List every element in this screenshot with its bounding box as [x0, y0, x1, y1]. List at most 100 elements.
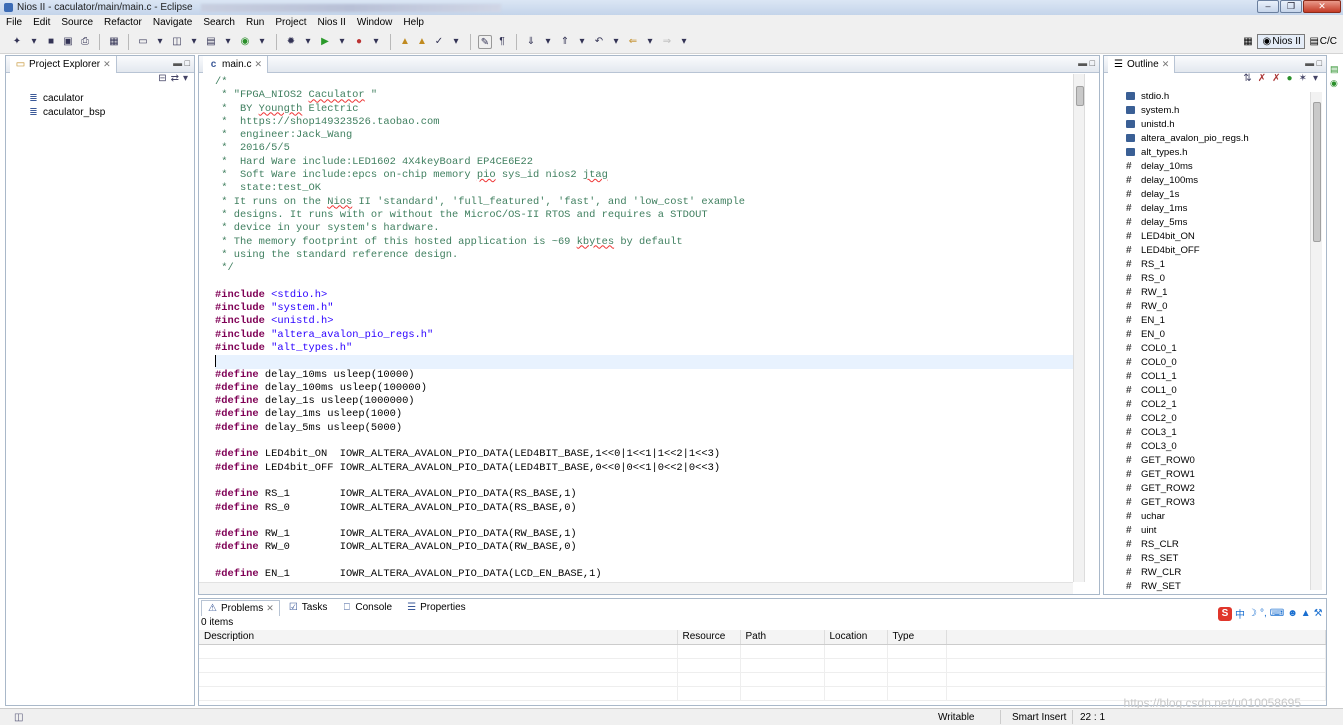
code-line[interactable]: * engineer:Jack_Wang — [215, 129, 1075, 142]
outline-item[interactable]: # LED4bit_OFF — [1104, 243, 1326, 257]
code-line-current[interactable] — [215, 355, 1075, 369]
code-line[interactable]: * It runs on the Nios II 'standard', 'fu… — [215, 196, 1075, 209]
back-icon[interactable]: ⇐ — [626, 35, 640, 49]
menu-window[interactable]: Window — [357, 17, 393, 28]
outline-item[interactable]: # EN_1 — [1104, 313, 1326, 327]
code-line[interactable]: /* — [215, 76, 1075, 89]
group-includes-icon[interactable]: ✶ — [1299, 73, 1307, 89]
tab-problems[interactable]: ⚠ Problems ✕ — [201, 599, 280, 616]
dropdown-icon[interactable]: ▾ — [643, 35, 657, 49]
code-line[interactable]: #define RW_1 IOWR_ALTERA_AVALON_PIO_DATA… — [215, 528, 1075, 541]
code-line[interactable] — [215, 555, 1075, 568]
menu-file[interactable]: File — [6, 17, 22, 28]
menu-help[interactable]: Help — [403, 17, 424, 28]
code-line[interactable]: #include <stdio.h> — [215, 289, 1075, 302]
code-line[interactable]: * "FPGA_NIOS2 Caculator " — [215, 89, 1075, 102]
code-line[interactable]: * BY Youngth Electric — [215, 103, 1075, 116]
build-icon[interactable]: ▦ — [107, 35, 121, 49]
outline-item[interactable]: # delay_1s — [1104, 187, 1326, 201]
tree-item[interactable]: ≣ caculator — [28, 91, 194, 105]
outline-item[interactable]: alt_types.h — [1104, 145, 1326, 159]
column-description[interactable]: Description — [199, 630, 678, 645]
code-line[interactable]: #include "system.h" — [215, 302, 1075, 315]
code-line[interactable]: #define delay_100ms usleep(100000) — [215, 382, 1075, 395]
column-type[interactable]: Type — [887, 630, 947, 645]
outline-item[interactable]: # COL0_0 — [1104, 355, 1326, 369]
outline-item[interactable]: # GET_ROW3 — [1104, 495, 1326, 509]
outline-item[interactable]: # RS_CLR — [1104, 537, 1326, 551]
outline-item[interactable]: # GET_ROW1 — [1104, 467, 1326, 481]
table-row[interactable] — [199, 658, 1326, 673]
tab-tasks[interactable]: ☑ Tasks — [282, 600, 334, 616]
perspective-nios2[interactable]: ◉Nios II — [1257, 34, 1305, 49]
outline-item[interactable]: # COL0_1 — [1104, 341, 1326, 355]
menu-source[interactable]: Source — [61, 17, 93, 28]
hide-static-icon[interactable]: ✗ — [1272, 73, 1280, 89]
outline-item[interactable]: # RW_0 — [1104, 299, 1326, 313]
minimize-maximize-icons[interactable]: ▬ □ — [1305, 58, 1322, 68]
dropdown-icon[interactable]: ▾ — [449, 35, 463, 49]
tree-item[interactable]: ≣ caculator_bsp — [28, 105, 194, 119]
code-line[interactable]: #define delay_1s usleep(1000000) — [215, 395, 1075, 408]
tab-properties[interactable]: ☰ Properties — [400, 600, 472, 616]
outline-item[interactable]: # COL3_1 — [1104, 425, 1326, 439]
tab-console[interactable]: ⎕ Console — [335, 600, 398, 616]
outline-item[interactable]: # RW_1 — [1104, 285, 1326, 299]
minimize-button[interactable]: – — [1257, 0, 1279, 13]
search-tool-icon[interactable]: ✓ — [432, 35, 446, 49]
dropdown-icon[interactable]: ▾ — [187, 35, 201, 49]
outline-item[interactable]: # COL1_1 — [1104, 369, 1326, 383]
debug-icon[interactable]: ✹ — [284, 35, 298, 49]
outline-item[interactable]: # GET_ROW0 — [1104, 453, 1326, 467]
menu-nios-ii[interactable]: Nios II — [317, 17, 345, 28]
half-width-icon[interactable]: ☽ — [1248, 608, 1257, 619]
code-line[interactable]: */ — [215, 262, 1075, 275]
run-icon[interactable]: ▶ — [318, 35, 332, 49]
shirt-icon[interactable]: ▲ — [1301, 608, 1311, 619]
dropdown-icon[interactable]: ▾ — [369, 35, 383, 49]
outline-item[interactable]: # uchar — [1104, 509, 1326, 523]
code-line[interactable]: #include "alt_types.h" — [215, 342, 1075, 355]
save-all-icon[interactable]: ▣ — [61, 35, 75, 49]
code-line[interactable] — [215, 435, 1075, 448]
print-icon[interactable]: ⎙ — [78, 35, 92, 49]
dropdown-icon[interactable]: ▾ — [609, 35, 623, 49]
hide-nonpublic-icon[interactable]: ● — [1287, 73, 1293, 89]
collapse-all-icon[interactable]: ⊟ — [158, 73, 166, 89]
code-line[interactable]: #include <unistd.h> — [215, 315, 1075, 328]
code-line[interactable]: #define delay_1ms usleep(1000) — [215, 408, 1075, 421]
code-line[interactable]: * designs. It runs with or without the M… — [215, 209, 1075, 222]
user-icon[interactable]: ☻ — [1287, 608, 1298, 619]
code-line[interactable]: #define delay_5ms usleep(5000) — [215, 422, 1075, 435]
trim-outline-icon[interactable]: ▤ — [1330, 62, 1339, 76]
table-row[interactable] — [199, 644, 1326, 659]
outline-item[interactable]: # delay_5ms — [1104, 215, 1326, 229]
view-menu-icon[interactable]: ▾ — [183, 73, 188, 89]
code-line[interactable]: #define RS_1 IOWR_ALTERA_AVALON_PIO_DATA… — [215, 488, 1075, 501]
perspective-cc[interactable]: ▤C/C — [1309, 36, 1337, 47]
new-icon[interactable]: ✦ — [10, 35, 24, 49]
view-menu-icon[interactable]: ▾ — [1313, 73, 1318, 89]
sort-icon[interactable]: ⇅ — [1243, 73, 1251, 89]
outline-item[interactable]: altera_avalon_pio_regs.h — [1104, 131, 1326, 145]
scrollbar-thumb[interactable] — [1076, 86, 1084, 106]
editor-scrollbar[interactable] — [1073, 74, 1085, 582]
outline-item[interactable]: stdio.h — [1104, 89, 1326, 103]
external-tools-icon[interactable]: ● — [352, 35, 366, 49]
link-editor-icon[interactable]: ⇄ — [171, 73, 179, 89]
open-type-icon[interactable]: ▲ — [398, 35, 412, 49]
column-location[interactable]: Location — [824, 630, 888, 645]
code-line[interactable]: #define LED4bit_OFF IOWR_ALTERA_AVALON_P… — [215, 462, 1075, 475]
toggle-mark-icon[interactable]: ✎ — [478, 34, 492, 49]
column-resource[interactable]: Resource — [677, 630, 741, 645]
code-line[interactable]: * using the standard reference design. — [215, 249, 1075, 262]
code-line[interactable]: #include "altera_avalon_pio_regs.h" — [215, 329, 1075, 342]
outline-item[interactable]: # delay_100ms — [1104, 173, 1326, 187]
outline-item[interactable]: # RS_SET — [1104, 551, 1326, 565]
trim-nav-icon[interactable]: ◉ — [1330, 76, 1339, 90]
new-folder-icon[interactable]: ◫ — [170, 35, 184, 49]
menu-run[interactable]: Run — [246, 17, 264, 28]
outline-item[interactable]: # RS_0 — [1104, 271, 1326, 285]
tab-outline[interactable]: ☰ Outline ✕ — [1108, 55, 1176, 73]
dropdown-icon[interactable]: ▾ — [541, 35, 555, 49]
